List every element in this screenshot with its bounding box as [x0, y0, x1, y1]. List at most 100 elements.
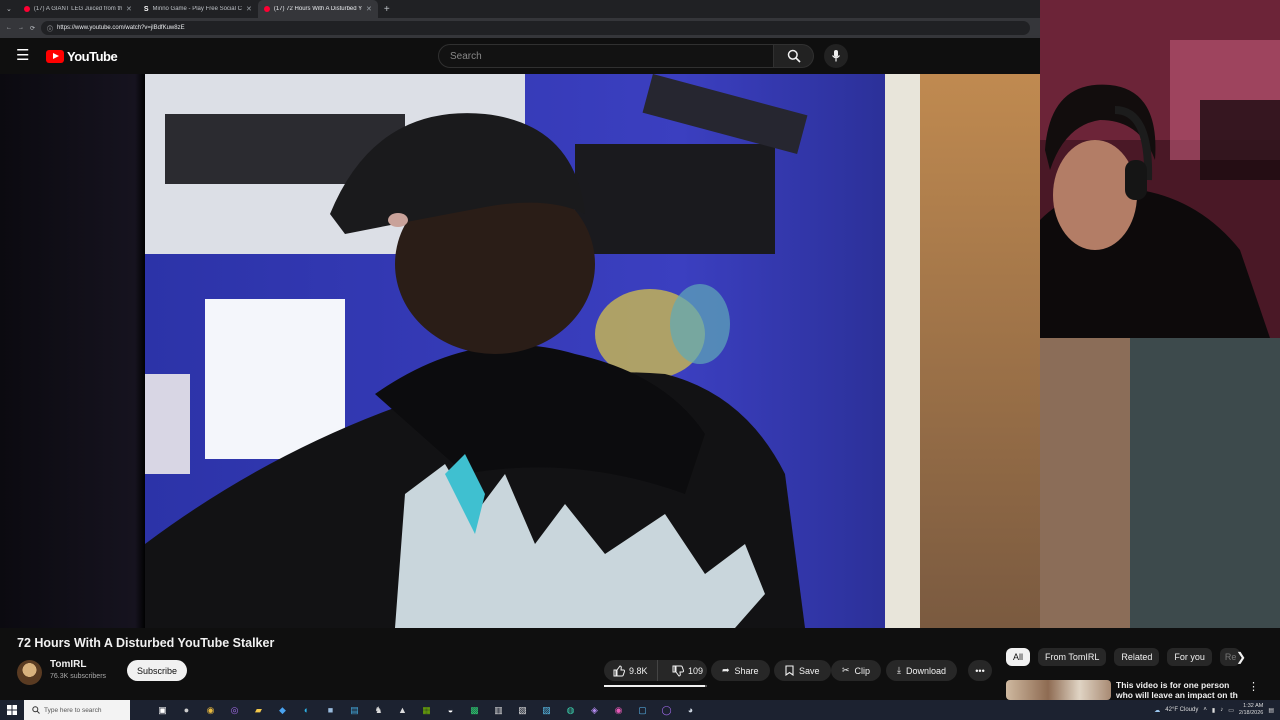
video-player[interactable]	[145, 74, 1040, 628]
browser-tab-active[interactable]: (17) 72 Hours With A Disturbed Yo ✕	[257, 0, 378, 18]
close-icon[interactable]: ✕	[246, 5, 252, 13]
recommendation-title[interactable]: This video is for one person who will le…	[1116, 680, 1241, 700]
clip-button[interactable]: ✂ Clip	[831, 660, 882, 681]
app-icon[interactable]: ◉	[610, 703, 627, 717]
more-vertical-icon[interactable]: ⋮	[1248, 680, 1259, 693]
search-button[interactable]	[774, 44, 814, 68]
file-explorer-icon[interactable]: ▰	[250, 703, 267, 717]
clock[interactable]: 1:32 AM 2/18/2026	[1239, 703, 1263, 717]
more-actions-button[interactable]: •••	[968, 660, 992, 681]
app-icon[interactable]: ▦	[418, 703, 435, 717]
app-icon[interactable]: ▧	[514, 703, 531, 717]
taskbar-search-input[interactable]: Type here to search	[24, 700, 130, 720]
chip-from-channel[interactable]: From TomIRL	[1038, 648, 1107, 666]
site-info-icon[interactable]: ⓘ	[47, 24, 53, 33]
taskbar-search-placeholder: Type here to search	[44, 706, 102, 714]
browser-tab[interactable]: S Minno Game - Play Free Social Co ✕	[138, 0, 258, 18]
bookmark-icon	[785, 665, 794, 676]
app-icon[interactable]: ◎	[226, 703, 243, 717]
app-icon[interactable]: ▲	[394, 703, 411, 717]
volume-icon[interactable]: ♪	[1220, 707, 1223, 713]
tab-title: Minno Game - Play Free Social Co	[152, 6, 242, 12]
start-button[interactable]	[0, 700, 24, 720]
edge-icon[interactable]: ◐	[298, 703, 315, 717]
like-dislike-group: 9.8K 109	[604, 660, 707, 681]
voice-search-button[interactable]	[824, 44, 848, 68]
browser-tab-bar: ⌄ (17) A GIANT LEG Juiced from the ✕ S M…	[0, 0, 1040, 18]
clip-label: Clip	[854, 665, 871, 676]
app-icon[interactable]: ■	[322, 703, 339, 717]
task-view-icon[interactable]: ▣	[154, 703, 171, 717]
thumbs-down-icon	[672, 665, 684, 677]
url-field[interactable]: ⓘ https://www.youtube.com/watch?v=jlBdfK…	[41, 21, 1030, 35]
battery-icon[interactable]: ▭	[1228, 707, 1234, 714]
chip-all[interactable]: All	[1006, 648, 1031, 666]
notifications-icon[interactable]: ▤	[1268, 707, 1274, 714]
app-icon[interactable]: ▥	[490, 703, 507, 717]
app-icon[interactable]: ▨	[538, 703, 555, 717]
download-icon: ⤓	[897, 665, 901, 675]
app-icon[interactable]: ▩	[466, 703, 483, 717]
search-icon	[32, 706, 40, 714]
like-ratio-bar	[604, 685, 707, 687]
save-label: Save	[799, 665, 820, 676]
app-icon[interactable]: ◯	[658, 703, 675, 717]
clock-date: 2/18/2026	[1238, 710, 1264, 716]
tab-search-icon[interactable]: ⌄	[0, 5, 18, 13]
close-icon[interactable]: ✕	[126, 5, 132, 13]
app-icon[interactable]: ◈	[586, 703, 603, 717]
tab-title: (17) A GIANT LEG Juiced from the	[33, 6, 122, 12]
clock-time: 1:32 AM	[1243, 703, 1264, 709]
app-icon[interactable]: ◒	[442, 703, 459, 717]
windows-logo-icon	[7, 705, 17, 715]
app-icon[interactable]: ◍	[562, 703, 579, 717]
recommendation-thumbnail[interactable]	[1006, 680, 1111, 700]
steam-icon[interactable]: ◕	[682, 703, 699, 717]
windows-taskbar: Type here to search ▣ ● ◉ ◎ ▰ ◆ ◐ ■ ▤ ♞ …	[0, 700, 1280, 720]
system-tray: ☁ 42°F Cloudy ˄ ▮ ♪ ▭ 1:32 AM 2/18/2026 …	[1154, 700, 1280, 720]
address-bar: ← → ⟳ ⓘ https://www.youtube.com/watch?v=…	[0, 18, 1040, 38]
app-icon[interactable]: ♞	[370, 703, 387, 717]
thumbs-up-icon	[613, 664, 625, 676]
chrome-icon[interactable]: ◉	[202, 703, 219, 717]
back-icon[interactable]: ←	[6, 25, 12, 31]
app-icon[interactable]: ●	[178, 703, 195, 717]
network-icon[interactable]: ▮	[1212, 707, 1215, 714]
chip-related[interactable]: Related	[1114, 648, 1160, 666]
reload-icon[interactable]: ⟳	[30, 25, 35, 32]
youtube-logo[interactable]: YouTube	[46, 49, 118, 64]
chip-for-you[interactable]: For you	[1167, 648, 1212, 666]
youtube-favicon-icon	[263, 6, 270, 12]
subscriber-count: 76.3K subscribers	[50, 673, 107, 680]
search-input[interactable]: Search	[438, 44, 774, 68]
channel-name[interactable]: TomIRL	[50, 659, 86, 670]
more-horizontal-icon: •••	[975, 665, 985, 676]
weather-text[interactable]: 42°F Cloudy	[1165, 707, 1198, 713]
close-icon[interactable]: ✕	[366, 5, 372, 13]
forward-icon[interactable]: →	[18, 25, 24, 31]
subscribe-button[interactable]: Subscribe	[127, 660, 187, 681]
youtube-header: ☰ YouTube Search	[0, 38, 1040, 74]
hamburger-menu-icon[interactable]: ☰	[16, 48, 32, 64]
share-icon: ➦	[722, 665, 730, 675]
app-icon[interactable]: ▤	[346, 703, 363, 717]
youtube-play-icon	[46, 50, 64, 63]
app-icon[interactable]: ◆	[274, 703, 291, 717]
minno-favicon-icon: S	[143, 5, 149, 13]
dislike-button[interactable]: 109	[663, 660, 703, 681]
save-button[interactable]: Save	[774, 660, 831, 681]
dislike-count: 109	[688, 665, 704, 676]
browser-tab[interactable]: (17) A GIANT LEG Juiced from the ✕	[18, 0, 138, 18]
youtube-favicon-icon	[23, 6, 30, 12]
download-button[interactable]: ⤓ Download	[886, 660, 958, 681]
scissors-icon: ✂	[842, 665, 850, 675]
app-icon[interactable]: ▢	[634, 703, 651, 717]
chevron-right-icon[interactable]: ❯	[1236, 650, 1246, 664]
show-hidden-icons-icon[interactable]: ˄	[1203, 707, 1207, 713]
new-tab-button[interactable]: +	[378, 4, 396, 15]
channel-avatar[interactable]	[17, 660, 42, 685]
download-label: Download	[905, 665, 947, 676]
like-button[interactable]: 9.8K	[604, 660, 658, 681]
recommendation-chips: All From TomIRL Related For you Re	[1006, 648, 1240, 666]
share-button[interactable]: ➦ Share	[711, 660, 770, 681]
